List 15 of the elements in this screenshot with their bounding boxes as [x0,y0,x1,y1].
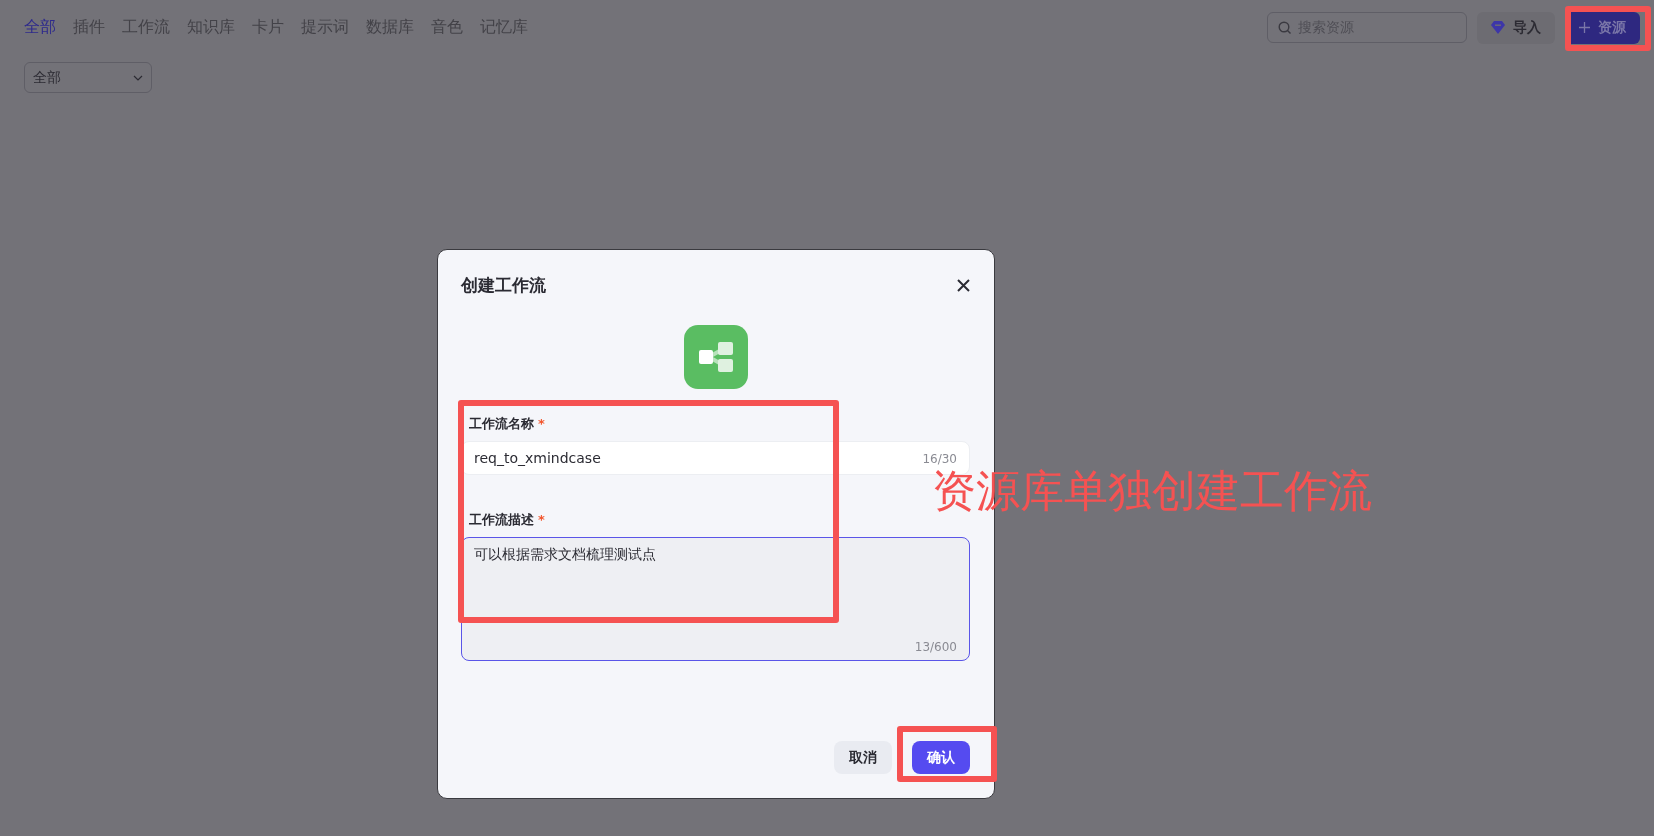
cancel-button[interactable]: 取消 [834,741,892,774]
confirm-button[interactable]: 确认 [912,741,970,774]
description-field[interactable]: 可以根据需求文档梳理测试点 13/600 [461,537,970,661]
workflow-icon [683,325,748,389]
chevron-down-icon [133,74,143,81]
field-label: 工作流名称 * [468,415,546,433]
plus-icon [1579,22,1590,33]
nav-tab[interactable]: 全部 [24,17,56,38]
gem-icon [1491,21,1505,34]
filter-dropdown[interactable]: 全部 [24,62,152,93]
search-icon [1278,20,1292,35]
import-button[interactable]: 导入 [1477,11,1555,44]
close-button[interactable] [957,279,970,292]
dialog-title: 创建工作流 [461,274,546,297]
field-label: 工作流描述 * [468,511,546,529]
